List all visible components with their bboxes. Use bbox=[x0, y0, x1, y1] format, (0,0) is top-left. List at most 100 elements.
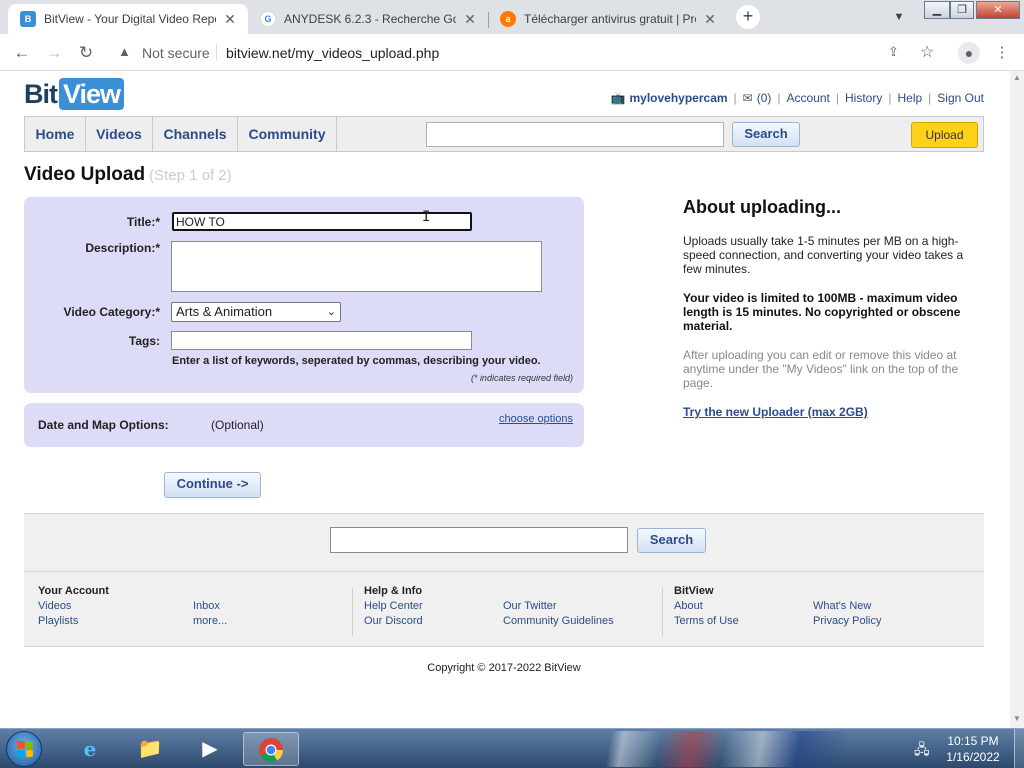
profile-avatar-icon[interactable]: ● bbox=[958, 42, 980, 64]
desktop-wallpaper-peek bbox=[580, 731, 890, 767]
account-link[interactable]: Account bbox=[787, 91, 830, 105]
footer-link-more[interactable]: more... bbox=[193, 614, 227, 629]
tab-title: Télécharger antivirus gratuit | Pro bbox=[524, 12, 696, 26]
tab-title: ANYDESK 6.2.3 - Recherche Goo bbox=[284, 12, 456, 26]
restore-window-icon[interactable]: ❐ bbox=[950, 1, 974, 19]
share-icon[interactable]: ⇪ bbox=[888, 44, 899, 60]
browser-tab-bitview[interactable]: B BitView - Your Digital Video Repo ✕ bbox=[8, 4, 248, 34]
reload-icon[interactable]: ↻ bbox=[74, 41, 98, 65]
footer-link-inbox[interactable]: Inbox bbox=[193, 599, 227, 614]
footer-link-about[interactable]: About bbox=[674, 599, 739, 614]
scroll-up-icon[interactable]: ▲ bbox=[1013, 73, 1021, 82]
date-map-options-label: Date and Map Options: bbox=[38, 418, 169, 432]
clock-date: 1/16/2022 bbox=[946, 750, 1000, 764]
chrome-taskbar-icon[interactable] bbox=[243, 732, 299, 766]
warning-triangle-icon[interactable]: ▲ bbox=[118, 44, 131, 59]
upload-button[interactable]: Upload bbox=[911, 122, 978, 148]
forward-arrow-icon[interactable]: → bbox=[42, 41, 66, 65]
footer-search-button[interactable]: Search bbox=[637, 528, 706, 553]
windows-logo-icon bbox=[17, 741, 33, 757]
footer-link-guidelines[interactable]: Community Guidelines bbox=[503, 614, 614, 629]
optional-text: (Optional) bbox=[211, 418, 264, 432]
footer-col-account: Your Account Videos Playlists bbox=[38, 584, 109, 629]
footer-heading: Your Account bbox=[38, 585, 109, 597]
inbox-count[interactable]: (0) bbox=[757, 91, 772, 105]
footer-link-terms[interactable]: Terms of Use bbox=[674, 614, 739, 629]
url-text[interactable]: bitview.net/my_videos_upload.php bbox=[226, 45, 439, 61]
envelope-icon[interactable]: ✉ bbox=[743, 91, 753, 105]
nav-community[interactable]: Community bbox=[238, 117, 337, 151]
footer-search-input[interactable] bbox=[330, 527, 628, 553]
footer-link-videos[interactable]: Videos bbox=[38, 599, 109, 614]
step-indicator: (Step 1 of 2) bbox=[149, 167, 232, 184]
nav-videos[interactable]: Videos bbox=[86, 117, 153, 151]
tab-search-icon[interactable]: ▼ bbox=[888, 6, 910, 28]
tv-icon: 📺 bbox=[610, 91, 626, 105]
help-link[interactable]: Help bbox=[897, 91, 922, 105]
close-window-icon[interactable]: ✕ bbox=[976, 1, 1020, 19]
nav-home[interactable]: Home bbox=[25, 117, 86, 151]
show-desktop-button[interactable] bbox=[1014, 729, 1024, 768]
category-selected-value: Arts & Animation bbox=[176, 304, 273, 319]
footer-link-twitter[interactable]: Our Twitter bbox=[503, 599, 614, 614]
upload-form: Title:* HOW TO I Description:* Video Cat… bbox=[24, 197, 584, 393]
security-status[interactable]: Not secure bbox=[142, 45, 210, 61]
username-link[interactable]: mylovehypercam bbox=[629, 91, 727, 105]
scroll-down-icon[interactable]: ▼ bbox=[1013, 714, 1021, 723]
file-explorer-icon[interactable]: 📁 bbox=[122, 732, 178, 766]
header-search-button[interactable]: Search bbox=[732, 122, 800, 147]
web-page: Bit View 📺 mylovehypercam | ✉ (0) | Acco… bbox=[0, 71, 1010, 728]
footer-link-help-center[interactable]: Help Center bbox=[364, 599, 423, 614]
history-link[interactable]: History bbox=[845, 91, 882, 105]
page-title: Video Upload (Step 1 of 2) bbox=[24, 164, 232, 186]
bitview-favicon-icon: B bbox=[20, 11, 36, 27]
copyright-text: Copyright © 2017-2022 BitView bbox=[427, 662, 581, 674]
address-bar[interactable]: ▲ Not secure bitview.net/my_videos_uploa… bbox=[108, 38, 948, 67]
separator: | bbox=[888, 91, 892, 105]
google-favicon-icon: G bbox=[260, 11, 276, 27]
internet-explorer-icon[interactable]: e bbox=[62, 732, 118, 766]
logo-text-bit: Bit bbox=[24, 78, 58, 109]
footer-column-divider bbox=[352, 588, 353, 636]
browser-tab-avast[interactable]: a Télécharger antivirus gratuit | Pro ✕ bbox=[488, 4, 728, 34]
system-clock[interactable]: 10:15 PM 1/16/2022 bbox=[936, 733, 1010, 765]
choose-options-link[interactable]: choose options bbox=[499, 413, 573, 425]
continue-button[interactable]: Continue -> bbox=[164, 472, 261, 498]
new-tab-button[interactable]: + bbox=[736, 5, 760, 29]
browser-tab-google[interactable]: G ANYDESK 6.2.3 - Recherche Goo ✕ bbox=[248, 4, 488, 34]
footer-link-privacy[interactable]: Privacy Policy bbox=[813, 614, 881, 629]
separator: | bbox=[733, 91, 737, 105]
footer-divider bbox=[24, 571, 984, 572]
network-icon[interactable]: 🖧 bbox=[914, 739, 930, 763]
footer-heading: Help & Info bbox=[364, 585, 423, 597]
new-uploader-link[interactable]: Try the new Uploader (max 2GB) bbox=[683, 405, 868, 419]
tags-hint: Enter a list of keywords, seperated by c… bbox=[172, 355, 541, 367]
category-select[interactable]: Arts & Animation ⌄ bbox=[171, 302, 341, 322]
user-bar: 📺 mylovehypercam | ✉ (0) | Account | His… bbox=[611, 91, 984, 105]
chevron-down-icon: ⌄ bbox=[326, 306, 336, 318]
nav-channels[interactable]: Channels bbox=[153, 117, 238, 151]
footer-link-discord[interactable]: Our Discord bbox=[364, 614, 423, 629]
browser-menu-icon[interactable]: ⋮ bbox=[994, 42, 1010, 64]
footer-link-whats-new[interactable]: What's New bbox=[813, 599, 881, 614]
bookmark-star-icon[interactable]: ☆ bbox=[920, 42, 934, 62]
footer-link-playlists[interactable]: Playlists bbox=[38, 614, 109, 629]
description-textarea[interactable] bbox=[171, 241, 542, 292]
back-arrow-icon[interactable]: ← bbox=[10, 41, 34, 65]
tags-label: Tags: bbox=[128, 334, 160, 348]
header-search-input[interactable] bbox=[426, 122, 724, 147]
minimize-window-icon[interactable]: ▁ bbox=[924, 1, 950, 19]
required-field-hint: (* indicates required field) bbox=[470, 373, 573, 383]
close-tab-icon[interactable]: ✕ bbox=[702, 11, 718, 28]
separator: | bbox=[928, 91, 932, 105]
about-uploading-heading: About uploading... bbox=[683, 197, 841, 217]
start-button[interactable] bbox=[6, 731, 42, 767]
close-tab-icon[interactable]: ✕ bbox=[462, 11, 478, 28]
sign-out-link[interactable]: Sign Out bbox=[937, 91, 984, 105]
media-player-icon[interactable]: ▶ bbox=[182, 732, 238, 766]
tags-input[interactable] bbox=[171, 331, 472, 350]
close-tab-icon[interactable]: ✕ bbox=[222, 11, 238, 28]
page-scrollbar[interactable]: ▲ ▼ bbox=[1010, 71, 1024, 728]
bitview-logo[interactable]: Bit View bbox=[24, 78, 125, 110]
footer-column-divider bbox=[662, 588, 663, 636]
